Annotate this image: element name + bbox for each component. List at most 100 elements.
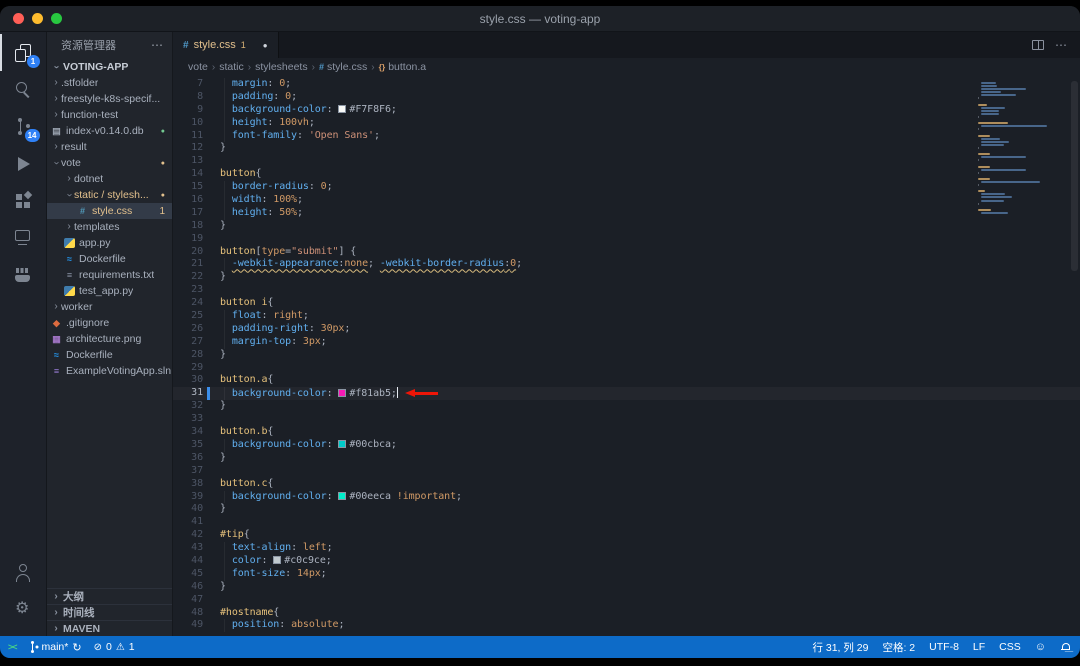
code-line[interactable]: 41	[173, 516, 1080, 529]
tree-item[interactable]: ›dotnet	[47, 171, 172, 187]
minimize-button[interactable]	[32, 13, 43, 24]
code-line[interactable]: 44 color: #c0c9ce;	[173, 555, 1080, 568]
code-line[interactable]: 26 padding-right: 30px;	[173, 323, 1080, 336]
code-line[interactable]: 16 width: 100%;	[173, 194, 1080, 207]
editor-more-actions-icon[interactable]: ⋯	[1055, 38, 1068, 52]
code-line[interactable]: 13	[173, 155, 1080, 168]
zoom-button[interactable]	[51, 13, 62, 24]
tree-item[interactable]: ▤index-v0.14.0.db●	[47, 123, 172, 139]
code-line[interactable]: 29	[173, 362, 1080, 375]
code-line[interactable]: 9 background-color: #F7F8F6;	[173, 104, 1080, 117]
code-line[interactable]: 11 font-family: 'Open Sans';	[173, 130, 1080, 143]
maven-panel-header[interactable]: › MAVEN	[47, 620, 172, 636]
code-line[interactable]: 22}	[173, 271, 1080, 284]
code-line[interactable]: 27 margin-top: 3px;	[173, 336, 1080, 349]
outline-panel-header[interactable]: › 大纲	[47, 588, 172, 604]
activity-item-source-control[interactable]: 14	[0, 108, 47, 145]
code-line[interactable]: 37	[173, 465, 1080, 478]
code-line[interactable]: 49 position: absolute;	[173, 619, 1080, 632]
activity-item-docker[interactable]	[0, 256, 47, 293]
tree-item[interactable]: ›vote●	[47, 155, 172, 171]
tab-style-css[interactable]: # style.css 1 ●	[173, 32, 279, 58]
close-button[interactable]	[13, 13, 24, 24]
remote-indicator[interactable]: ><	[8, 642, 17, 652]
encoding-status[interactable]: UTF-8	[929, 641, 959, 653]
code-line[interactable]: 21 -webkit-appearance:none; -webkit-bord…	[173, 258, 1080, 271]
tree-item[interactable]: ≈Dockerfile	[47, 347, 172, 363]
code-line[interactable]: 38button.c{	[173, 478, 1080, 491]
code-line[interactable]: 35 background-color: #00cbca;	[173, 439, 1080, 452]
tree-item[interactable]: ≈Dockerfile	[47, 251, 172, 267]
code-line[interactable]: 23	[173, 284, 1080, 297]
tree-item[interactable]: ›static / stylesh...●	[47, 187, 172, 203]
code-line[interactable]: 43 text-align: left;	[173, 542, 1080, 555]
code-line[interactable]: 33	[173, 413, 1080, 426]
code-line[interactable]: 14button{	[173, 168, 1080, 181]
tree-item[interactable]: ›templates	[47, 219, 172, 235]
notifications-bell-icon[interactable]	[1060, 642, 1070, 653]
minimap[interactable]	[978, 82, 1064, 215]
breadcrumb-item[interactable]: vote	[188, 61, 208, 73]
branch-status[interactable]: main* ↻	[29, 641, 82, 654]
problems-status[interactable]: ⊘ 0 ⚠ 1	[94, 641, 135, 653]
code-line[interactable]: 12}	[173, 142, 1080, 155]
code-line[interactable]: 8 padding: 0;	[173, 91, 1080, 104]
code-line[interactable]: 24button i{	[173, 297, 1080, 310]
indentation-status[interactable]: 空格: 2	[882, 640, 915, 655]
activity-item-account[interactable]	[0, 554, 47, 591]
tree-item[interactable]: ›result	[47, 139, 172, 155]
code-line[interactable]: 7 margin: 0;	[173, 78, 1080, 91]
tree-item[interactable]: ▦architecture.png	[47, 331, 172, 347]
code-line[interactable]: 19	[173, 233, 1080, 246]
tree-item[interactable]: ≡ExampleVotingApp.sln	[47, 363, 172, 379]
tree-item[interactable]: app.py	[47, 235, 172, 251]
code-line[interactable]: 15 border-radius: 0;	[173, 181, 1080, 194]
tree-item[interactable]: ›.stfolder	[47, 75, 172, 91]
activity-item-settings[interactable]	[0, 591, 47, 628]
activity-item-extensions[interactable]	[0, 182, 47, 219]
code-line[interactable]: 30button.a{	[173, 374, 1080, 387]
eol-status[interactable]: LF	[973, 641, 985, 653]
code-line[interactable]: 17 height: 50%;	[173, 207, 1080, 220]
code-line[interactable]: 40}	[173, 503, 1080, 516]
more-actions-icon[interactable]: ⋯	[151, 38, 164, 52]
breadcrumb-item[interactable]: #style.css	[319, 61, 367, 73]
activity-item-explorer[interactable]: 1	[0, 34, 47, 71]
code-line[interactable]: 32}	[173, 400, 1080, 413]
activity-item-search[interactable]	[0, 71, 47, 108]
feedback-icon[interactable]: ☺	[1035, 641, 1046, 653]
tree-item[interactable]: ›function-test	[47, 107, 172, 123]
split-editor-icon[interactable]	[1032, 40, 1044, 50]
cursor-position-status[interactable]: 行 31, 列 29	[812, 640, 868, 655]
code-line[interactable]: 31 background-color: #f81ab5;	[173, 387, 1080, 400]
code-line[interactable]: 39 background-color: #00eeca !important;	[173, 491, 1080, 504]
code-line[interactable]: 47	[173, 594, 1080, 607]
activity-item-run-debug[interactable]	[0, 145, 47, 182]
editor-scrollbar[interactable]	[1071, 81, 1078, 271]
code-line[interactable]: 20button[type="submit"] {	[173, 246, 1080, 259]
code-line[interactable]: 10 height: 100vh;	[173, 117, 1080, 130]
breadcrumb-item[interactable]: {}button.a	[379, 61, 427, 73]
code-line[interactable]: 36}	[173, 452, 1080, 465]
code-line[interactable]: 46}	[173, 581, 1080, 594]
code-line[interactable]: 18}	[173, 220, 1080, 233]
tree-item[interactable]: test_app.py	[47, 283, 172, 299]
code-line[interactable]: 42#tip{	[173, 529, 1080, 542]
tree-item[interactable]: #style.css1	[47, 203, 172, 219]
code-line[interactable]: 34button.b{	[173, 426, 1080, 439]
code-line[interactable]: 45 font-size: 14px;	[173, 568, 1080, 581]
breadcrumb-item[interactable]: static	[219, 61, 244, 73]
breadcrumb-item[interactable]: stylesheets	[255, 61, 308, 73]
tree-item[interactable]: ≡requirements.txt	[47, 267, 172, 283]
code-line[interactable]: 48#hostname{	[173, 607, 1080, 620]
section-header-voting-app[interactable]: › VOTING-APP	[47, 58, 172, 75]
timeline-panel-header[interactable]: › 时间线	[47, 604, 172, 620]
language-status[interactable]: CSS	[999, 641, 1021, 653]
code-line[interactable]: 28}	[173, 349, 1080, 362]
code-line[interactable]: 25 float: right;	[173, 310, 1080, 323]
tree-item[interactable]: ◆.gitignore	[47, 315, 172, 331]
tree-item[interactable]: ›worker	[47, 299, 172, 315]
tree-item[interactable]: ›freestyle-k8s-specif...	[47, 91, 172, 107]
activity-item-remote-explorer[interactable]	[0, 219, 47, 256]
code-editor[interactable]: 7 margin: 0;8 padding: 0;9 background-co…	[173, 76, 1080, 636]
